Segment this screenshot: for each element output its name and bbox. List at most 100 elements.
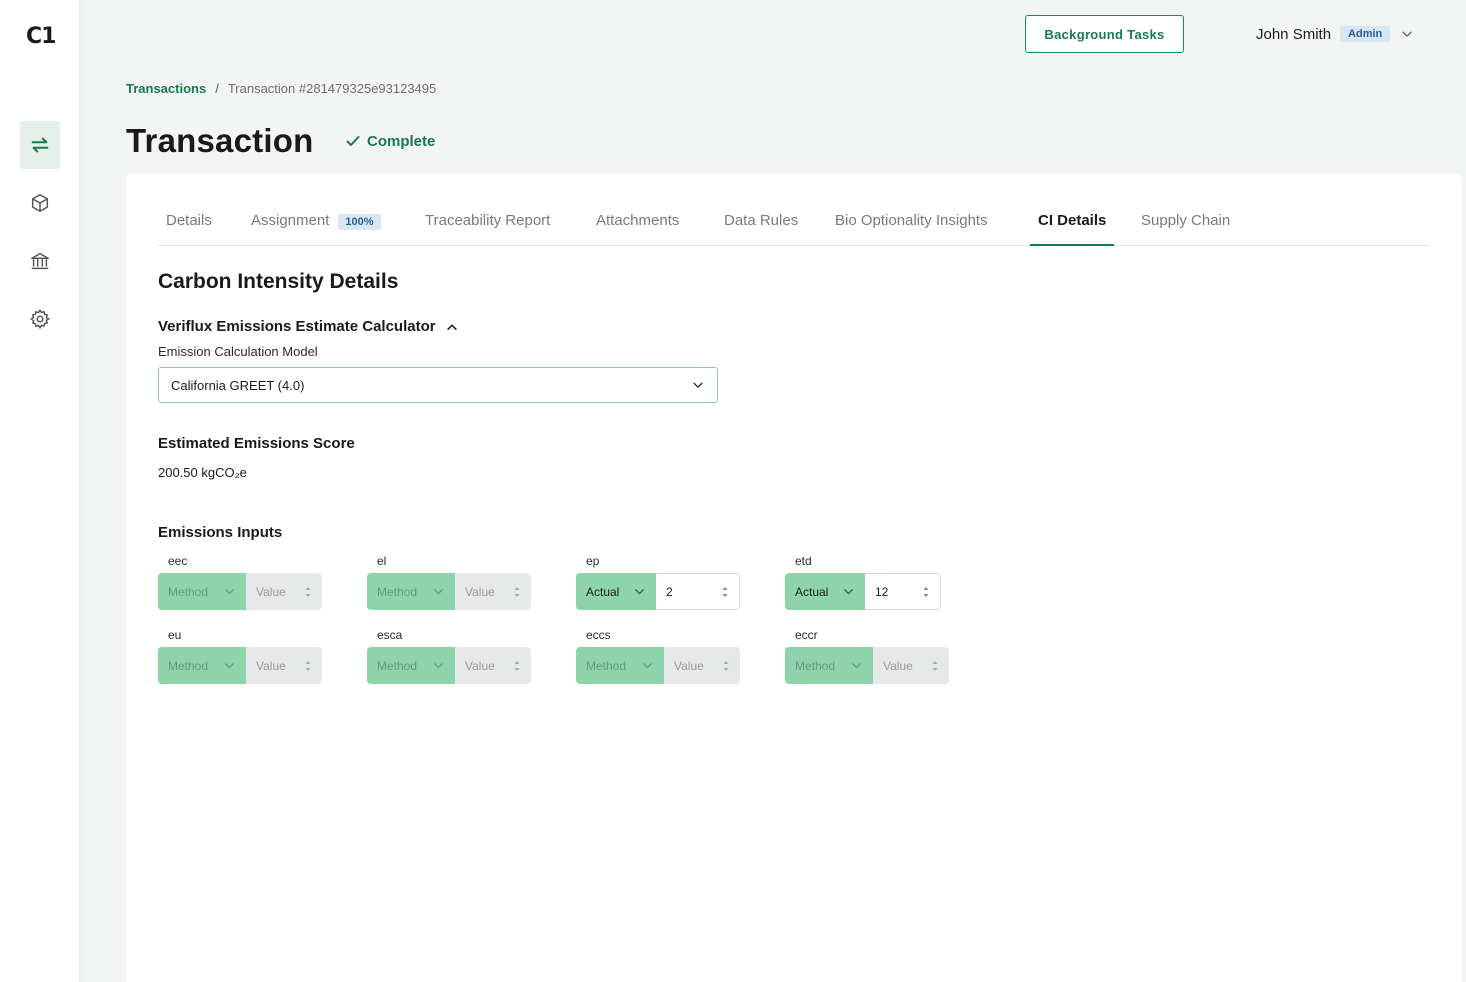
tab-details[interactable]: Details <box>166 202 212 246</box>
app-logo[interactable]: C1 <box>26 24 56 49</box>
method-label: Method <box>377 584 418 599</box>
stepper-icon[interactable] <box>721 585 729 599</box>
calculator-title: Veriflux Emissions Estimate Calculator <box>158 318 436 335</box>
tab-bar: Details Assignment 100% Traceability Rep… <box>158 202 1430 246</box>
tab-ci-details[interactable]: CI Details <box>1030 202 1115 246</box>
tab-label: Attachments <box>596 212 680 229</box>
method-select[interactable]: Method <box>367 573 455 610</box>
calculator-toggle[interactable]: Veriflux Emissions Estimate Calculator <box>158 318 459 335</box>
stepper-icon[interactable] <box>931 659 939 673</box>
chevron-down-icon <box>693 382 703 388</box>
assignment-badge: 100% <box>338 214 381 230</box>
sidebar: C1 <box>0 0 80 982</box>
background-tasks-button[interactable]: Background Tasks <box>1025 15 1184 53</box>
value-label: Value <box>256 584 286 599</box>
bank-icon <box>31 252 49 270</box>
sidebar-item-transactions[interactable] <box>20 121 60 169</box>
value-label: Value <box>256 658 286 673</box>
field-label: eccr <box>795 628 818 642</box>
status-indicator: Complete <box>345 131 435 151</box>
tab-traceability-report[interactable]: Traceability Report <box>425 202 550 246</box>
field-control: Method Value <box>367 647 531 684</box>
value-label: 12 <box>875 584 889 599</box>
tab-label: Supply Chain <box>1141 212 1231 229</box>
chevron-down-icon <box>844 589 853 595</box>
method-label: Method <box>795 658 836 673</box>
field-label: eec <box>168 554 188 568</box>
value-input[interactable]: Value <box>246 573 322 610</box>
breadcrumb-transactions-link[interactable]: Transactions <box>126 81 206 96</box>
tab-supply-chain[interactable]: Supply Chain <box>1141 202 1230 246</box>
chevron-down-icon[interactable] <box>1400 27 1414 41</box>
user-name: John Smith <box>1256 25 1332 43</box>
tab-label: Data Rules <box>724 212 799 229</box>
field-label: ep <box>586 554 600 568</box>
method-label: Method <box>168 584 209 599</box>
value-label: Value <box>674 658 704 673</box>
method-select[interactable]: Actual <box>576 573 656 610</box>
tab-assignment[interactable]: Assignment 100% <box>251 202 381 246</box>
tab-label: Bio Optionality Insights <box>835 212 988 229</box>
value-input[interactable]: Value <box>664 647 740 684</box>
method-select[interactable]: Actual <box>785 573 865 610</box>
method-select[interactable]: Method <box>158 647 246 684</box>
sidebar-item-products[interactable] <box>20 179 60 227</box>
sidebar-item-institutions[interactable] <box>20 237 60 285</box>
stepper-icon[interactable] <box>513 659 521 673</box>
field-control: Method Value <box>576 647 740 684</box>
value-input[interactable]: Value <box>455 573 531 610</box>
tab-label: CI Details <box>1038 212 1107 229</box>
stepper-icon[interactable] <box>722 659 730 673</box>
method-label: Method <box>168 658 209 673</box>
tab-bio-optionality-insights[interactable]: Bio Optionality Insights <box>835 202 988 246</box>
field-control: Method Value <box>367 573 531 610</box>
chevron-down-icon <box>225 589 234 595</box>
swap-arrows-icon <box>31 137 49 153</box>
tab-data-rules[interactable]: Data Rules <box>724 202 798 246</box>
chevron-up-icon <box>446 323 457 330</box>
method-select[interactable]: Method <box>785 647 873 684</box>
method-label: Actual <box>795 584 829 599</box>
sidebar-item-settings[interactable] <box>20 295 60 343</box>
score-title: Estimated Emissions Score <box>158 435 355 452</box>
model-select-value: California GREET (4.0) <box>171 377 305 393</box>
model-label: Emission Calculation Model <box>158 344 318 359</box>
stepper-icon[interactable] <box>304 659 312 673</box>
chevron-down-icon <box>434 589 443 595</box>
breadcrumb-separator: / <box>215 81 219 96</box>
field-label: eu <box>168 628 182 642</box>
field-label: esca <box>377 628 403 642</box>
page-title: Transaction <box>126 122 314 159</box>
breadcrumb: Transactions / Transaction #281479325e93… <box>126 81 436 96</box>
value-input[interactable]: Value <box>246 647 322 684</box>
value-label: 2 <box>666 584 673 599</box>
value-input[interactable]: 2 <box>656 573 740 610</box>
cube-icon <box>31 194 49 212</box>
method-select[interactable]: Method <box>158 573 246 610</box>
method-select[interactable]: Method <box>576 647 664 684</box>
chevron-down-icon <box>635 589 644 595</box>
value-input[interactable]: 12 <box>865 573 941 610</box>
stepper-icon[interactable] <box>513 585 521 599</box>
tab-attachments[interactable]: Attachments <box>596 202 679 246</box>
field-control: Actual 2 <box>576 573 740 610</box>
emission-model-select[interactable]: California GREET (4.0) <box>158 367 718 403</box>
method-label: Method <box>377 658 418 673</box>
role-badge: Admin <box>1340 26 1391 42</box>
method-label: Actual <box>586 584 620 599</box>
tab-label: Assignment <box>251 212 330 229</box>
tab-label: Traceability Report <box>425 212 551 229</box>
chevron-down-icon <box>225 663 234 669</box>
field-label: eccs <box>586 628 611 642</box>
chevron-down-icon <box>434 663 443 669</box>
field-control: Method Value <box>158 647 322 684</box>
method-select[interactable]: Method <box>367 647 455 684</box>
status-text: Complete <box>367 132 436 150</box>
stepper-icon[interactable] <box>304 585 312 599</box>
section-title: Carbon Intensity Details <box>158 270 399 293</box>
user-menu[interactable]: John Smith Admin <box>1256 24 1414 44</box>
stepper-icon[interactable] <box>922 585 930 599</box>
value-input[interactable]: Value <box>873 647 949 684</box>
value-input[interactable]: Value <box>455 647 531 684</box>
check-icon <box>346 136 360 146</box>
